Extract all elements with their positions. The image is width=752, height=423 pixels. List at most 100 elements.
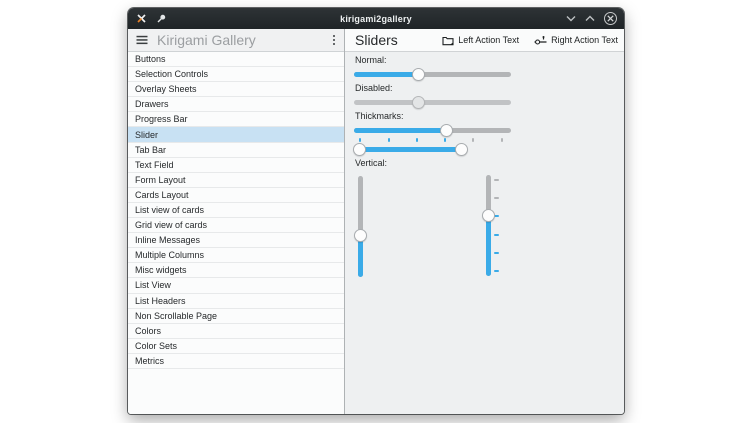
sidebar-item-label: Drawers: [135, 99, 169, 109]
sidebar: Kirigami Gallery Buttons Selection Contro…: [128, 29, 345, 414]
slider-config-icon: [534, 35, 547, 46]
slider-fill: [486, 215, 491, 276]
sidebar-item-list-view-of-cards[interactable]: List view of cards: [128, 203, 344, 218]
sidebar-item-label: Slider: [135, 130, 158, 140]
sliders-page: Normal: Disabled: Thickmarks: Vertical:: [345, 52, 624, 414]
sidebar-item-list-view[interactable]: List View: [128, 278, 344, 293]
slider-handle[interactable]: [482, 209, 495, 222]
slider-handle[interactable]: [354, 229, 367, 242]
chevron-up-icon[interactable]: [585, 15, 595, 22]
vertical-sliders-label: Vertical:: [355, 158, 387, 168]
sidebar-item-misc-widgets[interactable]: Misc widgets: [128, 263, 344, 278]
folder-icon: [442, 35, 454, 46]
sidebar-item-label: Form Layout: [135, 175, 186, 185]
window-title: kirigami2gallery: [128, 14, 624, 24]
disabled-slider-label: Disabled:: [355, 83, 393, 93]
sidebar-title: Kirigami Gallery: [157, 32, 323, 48]
tick-mark: [472, 138, 474, 142]
sidebar-item-label: Metrics: [135, 356, 164, 366]
sidebar-nav: Buttons Selection Controls Overlay Sheets D…: [128, 52, 344, 414]
app-icon[interactable]: [135, 12, 148, 25]
sidebar-header: Kirigami Gallery: [128, 29, 344, 52]
range-slider[interactable]: [354, 143, 470, 156]
left-action-label: Left Action Text: [458, 35, 519, 45]
sidebar-item-label: Grid view of cards: [135, 220, 207, 230]
sidebar-item-label: Tab Bar: [135, 145, 166, 155]
slider-handle[interactable]: [440, 124, 453, 137]
normal-slider[interactable]: [354, 68, 511, 81]
sidebar-item-label: Overlay Sheets: [135, 84, 197, 94]
kebab-menu-icon[interactable]: [332, 34, 336, 46]
tick-mark: [388, 138, 390, 142]
sidebar-item-label: Inline Messages: [135, 235, 200, 245]
tick-mark: [494, 197, 499, 199]
tick-mark: [494, 252, 499, 254]
tick-mark: [444, 138, 446, 142]
sidebar-item-multiple-columns[interactable]: Multiple Columns: [128, 248, 344, 263]
sidebar-item-label: Text Field: [135, 160, 174, 170]
sidebar-item-label: Non Scrollable Page: [135, 311, 217, 321]
tick-mark: [494, 270, 499, 272]
sidebar-item-non-scrollable-page[interactable]: Non Scrollable Page: [128, 309, 344, 324]
page-header: Sliders Left Action Text: [345, 29, 624, 52]
sidebar-item-colors[interactable]: Colors: [128, 324, 344, 339]
slider-handle[interactable]: [455, 143, 468, 156]
main-pane: Sliders Left Action Text: [345, 29, 624, 414]
page-title: Sliders: [355, 32, 427, 48]
normal-slider-label: Normal:: [355, 55, 387, 65]
slider-handle[interactable]: [412, 96, 425, 109]
sidebar-item-tab-bar[interactable]: Tab Bar: [128, 143, 344, 158]
sidebar-item-grid-view-of-cards[interactable]: Grid view of cards: [128, 218, 344, 233]
sidebar-item-inline-messages[interactable]: Inline Messages: [128, 233, 344, 248]
tick-mark: [494, 179, 499, 181]
slider-fill: [354, 128, 447, 133]
desktop-background: kirigami2gallery: [0, 0, 752, 423]
sidebar-item-text-field[interactable]: Text Field: [128, 158, 344, 173]
tick-mark: [416, 138, 418, 142]
sidebar-item-label: Color Sets: [135, 341, 177, 351]
sidebar-item-form-layout[interactable]: Form Layout: [128, 173, 344, 188]
tick-mark: [501, 138, 503, 142]
titlebar[interactable]: kirigami2gallery: [128, 8, 624, 29]
app-window: kirigami2gallery: [128, 8, 624, 414]
slider-range-fill: [360, 147, 462, 152]
sidebar-item-label: List View: [135, 280, 171, 290]
pin-icon[interactable]: [155, 13, 167, 25]
vertical-slider[interactable]: [353, 176, 368, 277]
thickmarks-slider-label: Thickmarks:: [355, 111, 404, 121]
tick-mark: [359, 138, 361, 142]
sidebar-item-label: Progress Bar: [135, 114, 188, 124]
sidebar-item-list-headers[interactable]: List Headers: [128, 294, 344, 309]
right-action-label: Right Action Text: [551, 35, 618, 45]
disabled-slider[interactable]: [354, 96, 511, 109]
hamburger-icon[interactable]: [136, 35, 148, 45]
sidebar-item-slider[interactable]: Slider: [128, 127, 344, 142]
sidebar-item-label: Buttons: [135, 54, 166, 64]
sidebar-item-label: Misc widgets: [135, 265, 187, 275]
slider-fill: [354, 72, 418, 77]
thickmarks-slider[interactable]: [354, 124, 511, 137]
sidebar-item-color-sets[interactable]: Color Sets: [128, 339, 344, 354]
right-action-button[interactable]: Right Action Text: [534, 35, 618, 46]
sidebar-item-buttons[interactable]: Buttons: [128, 52, 344, 67]
sidebar-item-label: List Headers: [135, 296, 186, 306]
sidebar-item-metrics[interactable]: Metrics: [128, 354, 344, 369]
sidebar-item-label: Multiple Columns: [135, 250, 204, 260]
slider-track: [354, 100, 511, 105]
slider-handle[interactable]: [412, 68, 425, 81]
slider-handle[interactable]: [353, 143, 366, 156]
tick-mark: [494, 234, 499, 236]
sidebar-item-progress-bar[interactable]: Progress Bar: [128, 112, 344, 127]
sidebar-item-label: List view of cards: [135, 205, 204, 215]
sidebar-item-selection-controls[interactable]: Selection Controls: [128, 67, 344, 82]
sidebar-item-label: Colors: [135, 326, 161, 336]
chevron-down-icon[interactable]: [566, 15, 576, 22]
close-icon[interactable]: [604, 12, 617, 25]
sidebar-item-label: Selection Controls: [135, 69, 208, 79]
left-action-button[interactable]: Left Action Text: [442, 35, 519, 46]
sidebar-item-label: Cards Layout: [135, 190, 189, 200]
sidebar-item-cards-layout[interactable]: Cards Layout: [128, 188, 344, 203]
sidebar-item-drawers[interactable]: Drawers: [128, 97, 344, 112]
vertical-tickmarks-slider[interactable]: [481, 175, 496, 276]
sidebar-item-overlay-sheets[interactable]: Overlay Sheets: [128, 82, 344, 97]
